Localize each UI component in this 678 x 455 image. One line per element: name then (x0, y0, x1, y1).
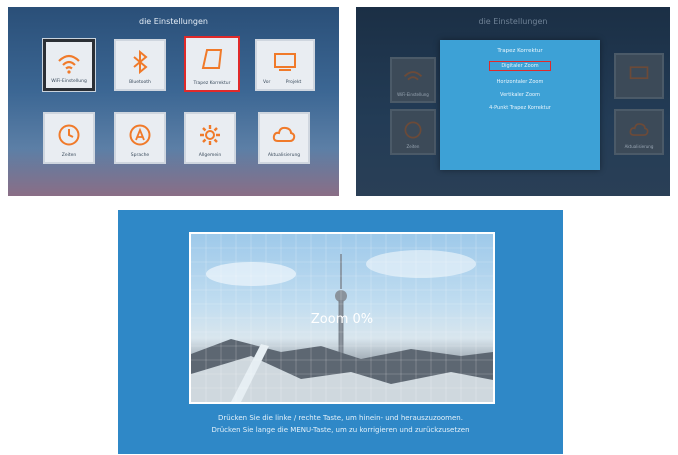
bg-tile-label: Zeiten (406, 144, 420, 149)
wifi-icon (58, 54, 80, 74)
tile-label: Sprache (130, 153, 150, 158)
bg-tile-projector (614, 53, 664, 99)
tile-projector[interactable]: Vor Projekt (255, 39, 315, 91)
bg-tile-wifi: WiFi-Einstellung (390, 57, 436, 103)
tile-label: Zeiten (61, 153, 77, 158)
bg-tile-update: Aktualisierung (614, 109, 664, 155)
gear-icon (200, 125, 220, 145)
digital-zoom-screen: Zoom 0% Drücken Sie die linke / rechte T… (118, 210, 563, 454)
bluetooth-icon (133, 49, 148, 75)
tile-label: Allgemein (198, 153, 222, 158)
tile-language[interactable]: Sprache (114, 112, 166, 164)
dialog-screen-title: die Einstellungen (478, 17, 548, 26)
zoom-percentage-label: Zoom 0% (310, 312, 374, 327)
menu-item-horizontal-zoom[interactable]: Horizontaler Zoom (440, 79, 600, 85)
bg-tile-time: Zeiten (390, 109, 436, 155)
zoom-preview-image: Zoom 0% (189, 232, 495, 404)
projector-icon (629, 66, 649, 80)
tile-label: Aktualisierung (267, 153, 301, 158)
clock-icon (58, 124, 80, 146)
language-icon (129, 124, 151, 146)
tile-wifi[interactable]: WiFi-Einstellung (43, 39, 95, 91)
tile-keystone[interactable]: Trapez Korrektur (184, 36, 240, 92)
cloud-icon (629, 123, 649, 136)
tile-label-part: Vor (263, 80, 271, 85)
menu-header: Trapez Korrektur (497, 48, 543, 54)
keystone-dialog-screen: die Einstellungen WiFi-Einstellung Zeite… (356, 7, 670, 196)
tile-update[interactable]: Aktualisierung (258, 112, 310, 164)
clock-icon (404, 121, 422, 139)
settings-screen: die Einstellungen WiFi-Einstellung Bluet… (8, 7, 339, 196)
menu-item-4point-keystone[interactable]: 4-Punkt Trapez Korrektur (440, 105, 600, 111)
zoom-hint-line-2: Drücken Sie lange die MENU-Taste, um zu … (211, 426, 470, 434)
bg-tile-label: Aktualisierung (624, 144, 654, 149)
projector-icon (274, 53, 296, 71)
settings-title: die Einstellungen (139, 17, 208, 26)
keystone-menu-dialog: Trapez Korrektur Digitaler Zoom Horizont… (440, 40, 600, 170)
tile-label-part: Projekt (285, 80, 302, 85)
tile-time[interactable]: Zeiten (43, 112, 95, 164)
tile-general[interactable]: Allgemein (184, 112, 236, 164)
bg-tile-label: WiFi-Einstellung (397, 92, 429, 97)
zoom-hint-line-1: Drücken Sie die linke / rechte Taste, um… (218, 414, 463, 422)
tile-label: Vor Projekt (257, 80, 319, 85)
cloud-icon (272, 126, 296, 142)
menu-item-vertical-zoom[interactable]: Vertikaler Zoom (440, 92, 600, 98)
wifi-icon (403, 71, 423, 81)
tile-label: WiFi-Einstellung (51, 79, 87, 84)
tile-label: Trapez Korrektur (193, 81, 231, 86)
tile-label: Bluetooth (129, 80, 151, 85)
keystone-icon (201, 49, 223, 69)
menu-item-digital-zoom[interactable]: Digitaler Zoom (489, 61, 551, 71)
tile-bluetooth[interactable]: Bluetooth (114, 39, 166, 91)
